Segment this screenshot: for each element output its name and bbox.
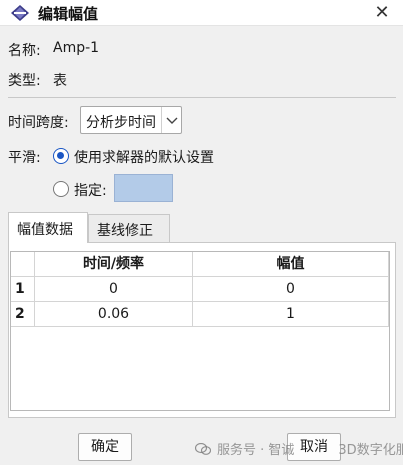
- column-header-amplitude[interactable]: 幅值: [193, 252, 389, 277]
- watermark-text-2: 3D数字化服务: [338, 443, 403, 458]
- smoothing-value-field[interactable]: [114, 174, 173, 202]
- tab-amplitude-data[interactable]: 幅值数据: [8, 212, 88, 243]
- time-span-value: 分析步时间: [86, 115, 156, 131]
- table-cell-amplitude[interactable]: 1: [193, 302, 389, 327]
- row-number: 2: [11, 302, 35, 327]
- row-number: 1: [11, 277, 35, 302]
- amplitude-app-icon: [11, 5, 29, 21]
- smoothing-specify-radio[interactable]: [53, 181, 69, 197]
- wechat-icon: [195, 443, 211, 455]
- table-corner: [11, 252, 35, 277]
- table-cell-time[interactable]: 0.06: [35, 302, 193, 327]
- table-cell-amplitude[interactable]: 0: [193, 277, 389, 302]
- divider: [8, 97, 396, 98]
- smoothing-label: 平滑:: [8, 150, 41, 166]
- ok-button[interactable]: 确定: [78, 433, 132, 461]
- smoothing-specify-label: 指定:: [74, 183, 107, 199]
- table-cell-time[interactable]: 0: [35, 277, 193, 302]
- amplitude-table[interactable]: 时间/频率 幅值 1 0 0 2 0.06 1: [10, 251, 390, 411]
- type-value: 表: [53, 73, 67, 89]
- watermark-text: 服务号 · 智诚: [217, 443, 295, 458]
- close-icon: ✕: [374, 2, 390, 23]
- title-bar: 编辑幅值 ✕: [0, 0, 403, 26]
- column-header-time[interactable]: 时间/频率: [35, 252, 193, 277]
- smoothing-default-radio[interactable]: [53, 148, 69, 164]
- window-title: 编辑幅值: [38, 5, 99, 23]
- time-span-select[interactable]: 分析步时间: [80, 106, 182, 134]
- close-button[interactable]: ✕: [365, 0, 399, 26]
- name-label: 名称:: [8, 43, 41, 59]
- name-value: Amp-1: [53, 40, 100, 56]
- type-label: 类型:: [8, 73, 41, 89]
- chevron-down-icon: [161, 107, 181, 133]
- tab-baseline-correction[interactable]: 基线修正: [88, 214, 170, 242]
- time-span-label: 时间跨度:: [8, 115, 69, 131]
- smoothing-default-label: 使用求解器的默认设置: [74, 150, 214, 166]
- watermark: 服务号 · 智诚 3D数字化服务: [195, 439, 403, 458]
